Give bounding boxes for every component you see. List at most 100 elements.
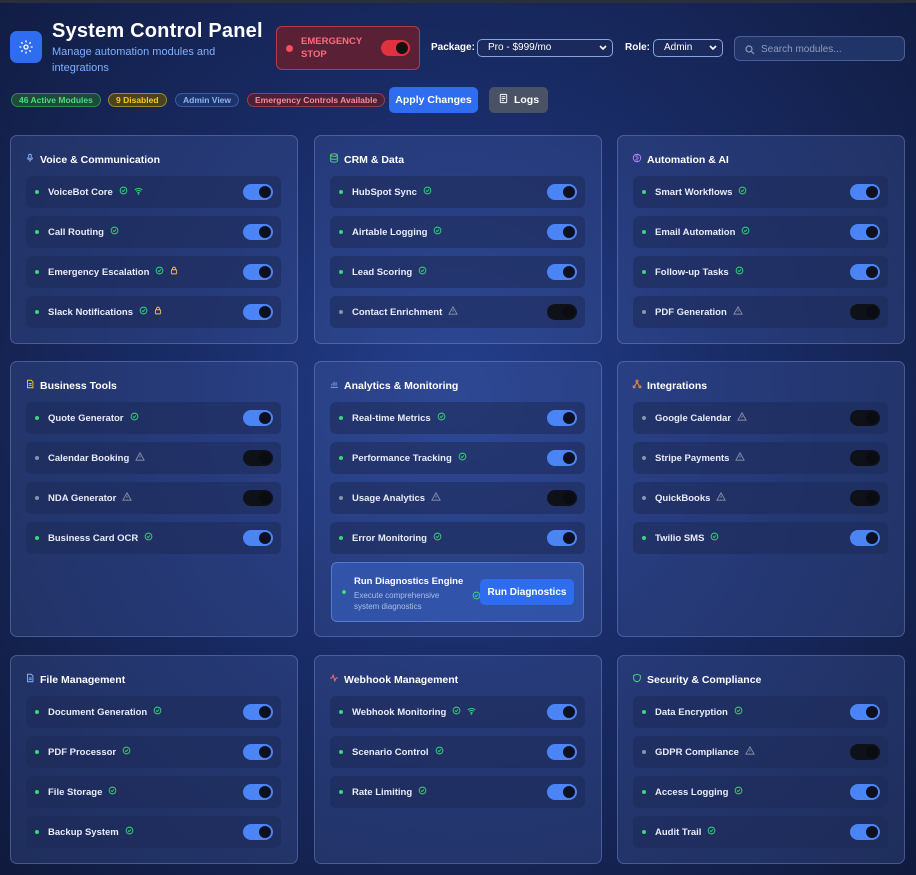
module-name: Business Card OCR <box>48 532 153 544</box>
toggle-knob <box>563 452 575 464</box>
module-label: Google Calendar <box>655 412 732 424</box>
module-toggle[interactable] <box>547 224 577 240</box>
module-toggle[interactable] <box>243 264 273 280</box>
module-toggle[interactable] <box>243 224 273 240</box>
module-toggle[interactable] <box>850 704 880 720</box>
check-circle-icon <box>738 186 747 198</box>
check-circle-icon <box>418 786 427 798</box>
module-name: Contact Enrichment <box>352 305 459 318</box>
module-label: Stripe Payments <box>655 452 730 464</box>
check-circle-icon <box>433 226 442 238</box>
module-toggle[interactable] <box>850 304 880 320</box>
check-circle-icon <box>423 186 432 198</box>
panel-title-text: Automation & AI <box>647 153 729 166</box>
panel-title: File Management <box>25 673 125 686</box>
module-row: Google Calendar <box>633 402 888 434</box>
module-toggle[interactable] <box>243 450 273 466</box>
module-toggle[interactable] <box>243 784 273 800</box>
module-toggle[interactable] <box>243 824 273 840</box>
module-toggle[interactable] <box>547 450 577 466</box>
panel-title-text: File Management <box>40 673 126 686</box>
module-toggle[interactable] <box>850 410 880 426</box>
check-circle-icon <box>741 226 750 238</box>
active-modules-badge: 46 Active Modules <box>11 93 101 107</box>
module-toggle[interactable] <box>547 304 577 320</box>
check-circle-icon <box>710 532 719 544</box>
module-toggle[interactable] <box>243 490 273 506</box>
panel-integrations: Integrations Google Calendar Stripe Paymen… <box>617 361 905 637</box>
gear-icon <box>10 31 42 63</box>
check-circle-icon <box>437 412 446 424</box>
toggle-knob <box>259 186 271 198</box>
panel-title: CRM & Data <box>329 153 404 166</box>
emergency-stop-toggle[interactable] <box>381 40 410 56</box>
module-toggle[interactable] <box>243 530 273 546</box>
file-icon <box>25 673 35 686</box>
module-label: Business Card OCR <box>48 532 139 544</box>
module-toggle[interactable] <box>850 824 880 840</box>
module-toggle[interactable] <box>547 704 577 720</box>
module-toggle[interactable] <box>547 784 577 800</box>
document-icon <box>25 379 35 392</box>
module-name: PDF Processor <box>48 746 131 758</box>
toggle-knob <box>563 706 575 718</box>
module-label: Access Logging <box>655 786 729 798</box>
toggle-knob <box>259 532 271 544</box>
module-toggle[interactable] <box>547 410 577 426</box>
warning-icon <box>122 491 133 504</box>
module-name: Emergency Escalation <box>48 266 178 278</box>
module-label: Performance Tracking <box>352 452 452 464</box>
check-circle-icon <box>125 826 134 838</box>
module-toggle[interactable] <box>850 744 880 760</box>
module-toggle[interactable] <box>850 490 880 506</box>
apply-changes-button[interactable]: Apply Changes <box>389 87 478 113</box>
database-icon <box>329 153 339 166</box>
module-row: Data Encryption <box>633 696 888 728</box>
module-label: QuickBooks <box>655 492 711 504</box>
module-toggle[interactable] <box>243 410 273 426</box>
status-dot <box>35 496 39 500</box>
module-toggle[interactable] <box>547 264 577 280</box>
logs-button[interactable]: Logs <box>489 87 548 113</box>
search-box[interactable] <box>734 36 905 61</box>
module-label: Email Automation <box>655 226 736 238</box>
module-toggle[interactable] <box>243 304 273 320</box>
panel-title-text: CRM & Data <box>344 153 405 166</box>
module-toggle[interactable] <box>547 490 577 506</box>
toggle-knob <box>259 706 271 718</box>
module-name: Usage Analytics <box>352 491 441 504</box>
status-dot <box>642 310 646 314</box>
module-toggle[interactable] <box>547 744 577 760</box>
status-dot <box>339 456 343 460</box>
package-select[interactable]: Pro - $999/mo <box>477 39 613 57</box>
status-dot <box>642 456 646 460</box>
wifi-icon <box>134 187 143 198</box>
module-toggle[interactable] <box>850 784 880 800</box>
module-label: Rate Limiting <box>352 786 413 798</box>
module-toggle[interactable] <box>243 744 273 760</box>
module-toggle[interactable] <box>850 264 880 280</box>
logs-icon <box>498 93 509 107</box>
status-dot <box>642 230 646 234</box>
module-label: Document Generation <box>48 706 148 718</box>
module-toggle[interactable] <box>850 224 880 240</box>
search-input[interactable] <box>761 41 901 57</box>
module-toggle[interactable] <box>850 530 880 546</box>
check-circle-icon <box>139 306 148 318</box>
wifi-icon <box>467 707 476 718</box>
module-toggle[interactable] <box>243 184 273 200</box>
search-icon <box>744 43 756 61</box>
module-row: Lead Scoring <box>330 256 585 288</box>
module-toggle[interactable] <box>243 704 273 720</box>
diagnostics-card: Run Diagnostics Engine Execute comprehens… <box>331 562 584 622</box>
module-toggle[interactable] <box>547 184 577 200</box>
check-circle-icon <box>130 412 139 424</box>
emergency-stop-control[interactable]: EMERGENCY STOP <box>276 26 420 70</box>
role-select[interactable]: Admin <box>653 39 723 57</box>
run-diagnostics-button[interactable]: Run Diagnostics <box>480 579 574 605</box>
module-toggle[interactable] <box>547 530 577 546</box>
module-toggle[interactable] <box>850 184 880 200</box>
module-name: Stripe Payments <box>655 451 746 464</box>
check-circle-icon <box>418 266 427 278</box>
module-toggle[interactable] <box>850 450 880 466</box>
